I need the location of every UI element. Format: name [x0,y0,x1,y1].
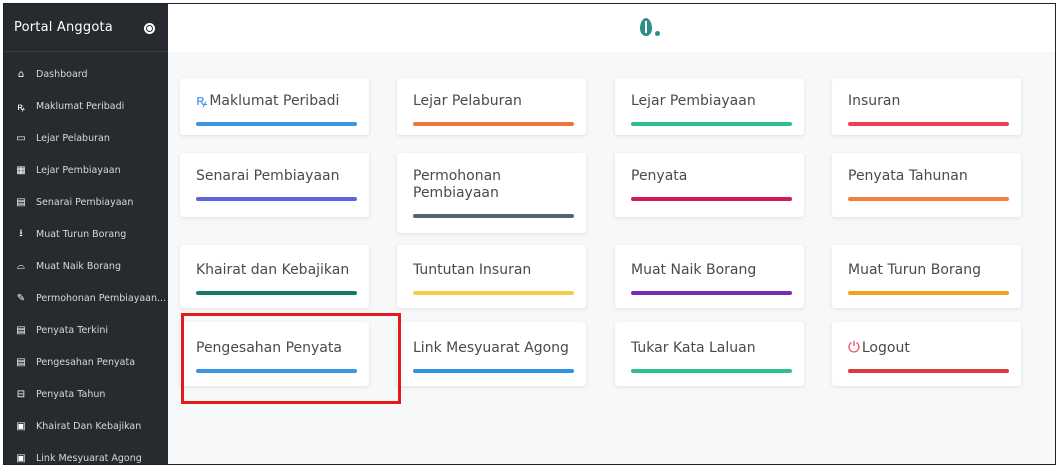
sidebar-item-label: Lejar Pelaburan [36,132,110,144]
sidebar: Portal Anggota ⌂ Dashboard ꝶ Maklumat Peri… [4,4,168,464]
card-label: Permohonan Pembiayaan [413,168,502,201]
card-label: Lejar Pelaburan [413,93,522,109]
card-accent-bar [196,291,357,295]
card-label: Penyata Tahunan [848,168,968,184]
sidebar-item-label: Permohonan Pembiayaan... [36,292,167,304]
card-accent-bar [413,369,574,373]
box-icon: ▣ [16,420,26,432]
sidebar-brand: Portal Anggota [4,4,168,52]
document-icon: ▤ [16,196,26,208]
sidebar-item-muat-turun-borang[interactable]: ⭳ Muat Turun Borang [4,218,168,250]
statement-icon: ▤ [16,356,26,368]
users-icon: ꝶ [196,91,208,109]
card-accent-bar [848,122,1009,126]
card-penyata[interactable]: Penyata [615,153,804,217]
home-icon: ⌂ [17,68,25,80]
card-muat-turun-borang[interactable]: Muat Turun Borang [832,245,1021,308]
card-label: Penyata [631,168,688,184]
card-label: Pengesahan Penyata [196,340,342,356]
sidebar-item-label: Muat Turun Borang [36,228,127,240]
portal-title: Portal Anggota [14,20,113,35]
calendar-icon: ⊟ [16,388,26,400]
card-label: Tukar Kata Laluan [631,340,756,356]
card-label: Muat Turun Borang [848,262,981,278]
sidebar-item-label: Khairat Dan Kebajikan [36,420,142,432]
card-khairat-dan-kebajikan[interactable]: Khairat dan Kebajikan [180,245,369,308]
sidebar-item-label: Pengesahan Penyata [36,356,136,368]
card-label: Insuran [848,93,901,109]
sidebar-item-permohonan-pembiayaan[interactable]: ✎ Permohonan Pembiayaan... [4,282,168,314]
card-tukar-kata-laluan[interactable]: Tukar Kata Laluan [615,322,804,386]
card-accent-bar [196,369,357,373]
sidebar-item-maklumat-peribadi[interactable]: ꝶ Maklumat Peribadi [4,90,168,122]
card-accent-bar [848,197,1009,201]
card-label: Maklumat Peribadi [209,93,340,109]
box-icon: ▣ [16,452,26,464]
card-muat-naik-borang[interactable]: Muat Naik Borang [615,245,804,308]
sidebar-item-label: Lejar Pembiayaan [36,164,121,176]
dashboard-grid: ꝶ Maklumat Peribadi Lejar Pelaburan Lejar… [168,52,1055,464]
sidebar-item-label: Senarai Pembiayaan [36,196,134,208]
card-accent-bar [631,291,792,295]
card-accent-bar [196,122,357,126]
sidebar-item-label: Penyata Tahun [36,388,106,400]
sidebar-item-label: Maklumat Peribadi [36,100,125,112]
card-senarai-pembiayaan[interactable]: Senarai Pembiayaan [180,153,369,217]
card-penyata-tahunan[interactable]: Penyata Tahunan [832,153,1021,217]
sidebar-item-lejar-pelaburan[interactable]: ▭ Lejar Pelaburan [4,122,168,154]
card-accent-bar [413,214,574,218]
users-icon: ꝶ [17,102,25,113]
card-maklumat-peribadi[interactable]: ꝶ Maklumat Peribadi [180,78,369,135]
card-label: Khairat dan Kebajikan [196,262,350,278]
statement-icon: ▤ [16,324,26,336]
download-icon: ⭳ [19,227,23,239]
monitor-icon: ▭ [16,132,26,144]
card-accent-bar [848,291,1009,295]
sidebar-nav: ⌂ Dashboard ꝶ Maklumat Peribadi ▭ Lejar Pel… [4,52,168,464]
card-lejar-pembiayaan[interactable]: Lejar Pembiayaan [615,78,804,135]
power-icon: ⏻ [848,338,860,356]
sidebar-item-label: Link Mesyuarat Agong [36,452,142,464]
card-link-mesyuarat-agong[interactable]: Link Mesyuarat Agong [397,322,586,386]
leaf-logo-icon [638,18,662,40]
sidebar-item-label: Dashboard [36,68,88,80]
card-accent-bar [631,122,792,126]
app-frame: Portal Anggota ⌂ Dashboard ꝶ Maklumat Peri… [3,3,1056,465]
card-accent-bar [631,369,792,373]
card-pengesahan-penyata[interactable]: Pengesahan Penyata [180,322,369,386]
card-accent-bar [413,122,574,126]
card-tuntutan-insuran[interactable]: Tuntutan Insuran [397,245,586,308]
topbar [168,4,1055,52]
sidebar-toggle-icon[interactable] [144,23,155,34]
card-label: Link Mesyuarat Agong [413,340,569,356]
card-permohonan-pembiayaan[interactable]: Permohonan Pembiayaan [397,153,586,233]
ledger-icon: ▦ [16,164,26,176]
sidebar-item-khairat-dan-kebajikan[interactable]: ▣ Khairat Dan Kebajikan [4,410,168,442]
sidebar-item-penyata-tahun[interactable]: ⊟ Penyata Tahun [4,378,168,410]
sidebar-item-link-mesyuarat-agong[interactable]: ▣ Link Mesyuarat Agong [4,442,168,464]
card-logout[interactable]: ⏻ Logout [832,322,1021,386]
card-label: Tuntutan Insuran [413,262,532,278]
card-insuran[interactable]: Insuran [832,78,1021,135]
card-accent-bar [631,197,792,201]
sidebar-item-muat-naik-borang[interactable]: ⌓ Muat Naik Borang [4,250,168,282]
card-label: Muat Naik Borang [631,262,757,278]
card-label: Logout [861,340,910,356]
sidebar-item-label: Muat Naik Borang [36,260,121,272]
card-accent-bar [848,369,1009,373]
sidebar-item-dashboard[interactable]: ⌂ Dashboard [4,58,168,90]
sidebar-item-senarai-pembiayaan[interactable]: ▤ Senarai Pembiayaan [4,186,168,218]
card-label: Lejar Pembiayaan [631,93,756,109]
sidebar-item-label: Penyata Terkini [36,324,109,336]
sidebar-item-pengesahan-penyata[interactable]: ▤ Pengesahan Penyata [4,346,168,378]
card-lejar-pelaburan[interactable]: Lejar Pelaburan [397,78,586,135]
card-accent-bar [413,291,574,295]
sidebar-item-penyata-terkini[interactable]: ▤ Penyata Terkini [4,314,168,346]
card-label: Senarai Pembiayaan [196,168,340,184]
edit-icon: ✎ [16,292,26,304]
upload-icon: ⌓ [17,260,25,272]
sidebar-item-lejar-pembiayaan[interactable]: ▦ Lejar Pembiayaan [4,154,168,186]
card-accent-bar [196,197,357,201]
